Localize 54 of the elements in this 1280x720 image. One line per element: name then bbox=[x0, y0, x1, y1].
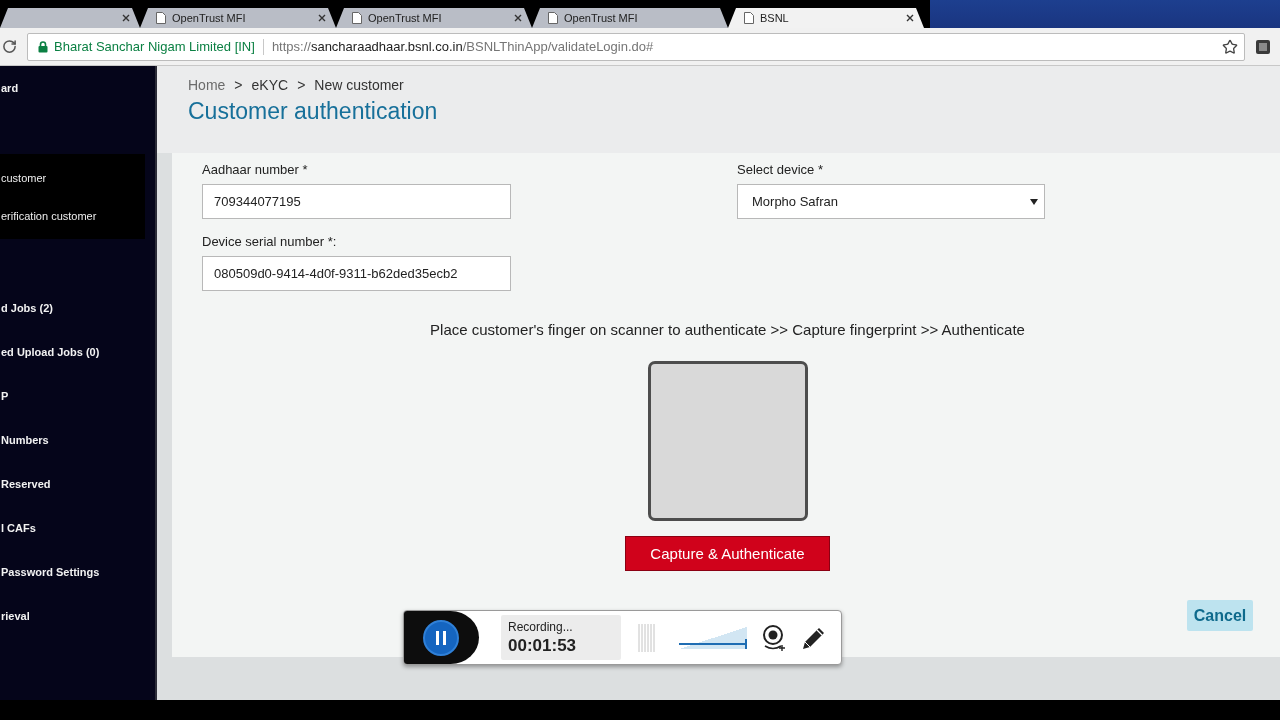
sidebar-item[interactable]: Reserved bbox=[0, 462, 155, 506]
browser-tab[interactable]: BSNL bbox=[728, 8, 924, 28]
text-field[interactable]: 709344077195 bbox=[202, 184, 511, 219]
caret-icon bbox=[1030, 198, 1038, 205]
breadcrumb-current: New customer bbox=[314, 77, 404, 93]
webcam-button[interactable] bbox=[761, 623, 787, 652]
sidebar-item[interactable]: rieval bbox=[0, 594, 155, 638]
close-icon[interactable] bbox=[318, 14, 326, 22]
sidebar-item[interactable]: d Jobs (2) bbox=[0, 286, 155, 330]
sidebar-item[interactable]: ard bbox=[0, 66, 155, 110]
url-text: https://sancharaadhaar.bsnl.co.in/BSNLThinApp/validateLogin.do# bbox=[271, 39, 655, 54]
page-title: Customer authentication bbox=[188, 97, 439, 125]
site-identity: Bharat Sanchar Nigam Limited [IN] bbox=[54, 39, 255, 54]
sidebar-item[interactable]: l CAFs bbox=[0, 506, 155, 550]
sidebar-item[interactable]: ed Upload Jobs (0) bbox=[0, 330, 155, 374]
select-field[interactable]: Morpho Safran bbox=[737, 184, 1045, 219]
breadcrumb-separator: > bbox=[234, 77, 243, 93]
submenu-item[interactable]: erification customer bbox=[0, 197, 145, 235]
sidebar-item[interactable]: Password Settings bbox=[0, 550, 155, 594]
pause-icon bbox=[436, 630, 446, 645]
browser-tab[interactable]: OpenTrust MFI bbox=[140, 8, 336, 28]
browser-tab[interactable] bbox=[0, 8, 140, 28]
reload-button[interactable] bbox=[2, 39, 17, 54]
lock-icon bbox=[38, 40, 48, 53]
page-icon bbox=[156, 12, 166, 24]
address-bar[interactable]: Bharat Sanchar Nigam Limited [IN] https://sancharaadhaar.bsnl.co.in/BSNLThinApp/validateLogin.do# bbox=[27, 32, 1245, 61]
sidebar-item[interactable]: P bbox=[0, 374, 155, 418]
bookmark-star-icon[interactable] bbox=[1222, 38, 1238, 55]
cancel-button[interactable]: Cancel bbox=[1187, 600, 1253, 631]
browser-tab[interactable]: OpenTrust MFI bbox=[336, 8, 532, 28]
webcam-icon bbox=[761, 623, 787, 652]
grip-icon bbox=[638, 623, 655, 652]
square-icon[interactable] bbox=[1256, 39, 1270, 54]
field-label: Device serial number *: bbox=[202, 235, 338, 249]
close-icon[interactable] bbox=[906, 14, 914, 22]
capture-button[interactable]: Capture & Authenticate bbox=[625, 536, 830, 571]
recording-status: Recording... bbox=[508, 618, 574, 635]
page-icon bbox=[352, 12, 362, 24]
browser-tab[interactable]: OpenTrust MFI bbox=[532, 8, 728, 28]
sidebar-item[interactable]: Numbers bbox=[0, 418, 155, 462]
breadcrumb-separator: > bbox=[297, 77, 306, 93]
close-icon[interactable] bbox=[514, 14, 522, 22]
close-icon[interactable] bbox=[122, 14, 130, 22]
breadcrumb-link[interactable]: eKYC bbox=[251, 77, 289, 93]
field-label: Select device * bbox=[737, 163, 824, 177]
breadcrumb-link[interactable]: Home bbox=[188, 77, 226, 93]
text-field[interactable]: 080509d0-9414-4d0f-9311-b62ded35ecb2 bbox=[202, 256, 511, 291]
submenu-item[interactable]: customer bbox=[0, 159, 145, 197]
page-icon bbox=[548, 12, 558, 24]
instruction-text: Place customer's finger on scanner to authenticate >> Capture fingerprint >> Authenticate bbox=[429, 321, 1026, 339]
page-icon bbox=[744, 12, 754, 24]
recording-timer: 00:01:53 bbox=[508, 634, 578, 657]
field-label: Aadhaar number * bbox=[202, 163, 309, 177]
pause-button[interactable] bbox=[423, 619, 459, 656]
